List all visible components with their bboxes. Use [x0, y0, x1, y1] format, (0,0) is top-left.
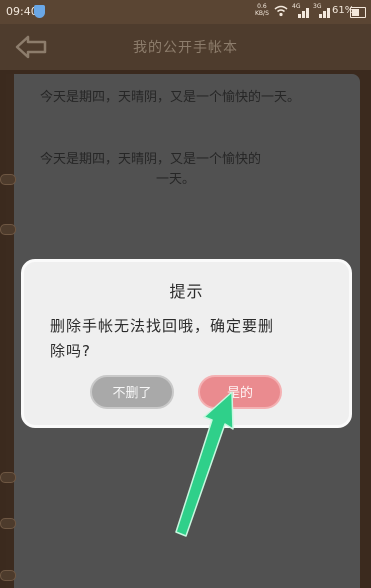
- signal-sim1-icon: 4G: [292, 3, 310, 18]
- network-speed-unit: KB/S: [255, 10, 269, 17]
- dialog-title: 提示: [169, 282, 204, 301]
- signal-sim2-icon: 3G: [313, 3, 331, 18]
- dialog-message: 删除手帐无法找回哦，确定要删 除吗?: [50, 314, 330, 364]
- binder-ring: [0, 224, 16, 235]
- binder-ring: [0, 570, 16, 581]
- dialog-message-line: 删除手帐无法找回哦，确定要删: [50, 317, 275, 335]
- status-time: 09:40: [6, 5, 38, 18]
- status-bar: 09:40 0.6 KB/S 4G 3G 61%: [0, 0, 371, 24]
- journal-entry-line: 一天。: [156, 172, 196, 187]
- page-title: 我的公开手帐本: [133, 40, 238, 56]
- binder-ring: [0, 518, 16, 529]
- notebook-spine: [6, 74, 14, 588]
- dialog-message-line: 除吗?: [50, 342, 91, 360]
- cancel-button[interactable]: 不删了: [90, 375, 174, 409]
- delete-confirm-dialog: 提示 删除手帐无法找回哦，确定要删 除吗? 不删了 是的: [21, 259, 352, 428]
- journal-entry[interactable]: 今天是期四，天晴阴，又是一个愉快的 一天。: [40, 150, 352, 190]
- sim1-tag: 4G: [292, 3, 301, 10]
- confirm-button[interactable]: 是的: [198, 375, 282, 409]
- battery-icon: [350, 7, 366, 18]
- binder-ring: [0, 472, 16, 483]
- network-speed-value: 0.6: [257, 3, 267, 10]
- journal-entry-line: 今天是期四，天晴阴，又是一个愉快的: [40, 152, 262, 167]
- sim2-tag: 3G: [313, 3, 322, 10]
- title-bar: 我的公开手帐本: [0, 24, 371, 70]
- network-speed: 0.6 KB/S: [255, 3, 269, 17]
- binder-ring: [0, 174, 16, 185]
- wifi-icon: [274, 5, 288, 17]
- journal-entry[interactable]: 今天是期四，天晴阴，又是一个愉快的一天。: [40, 88, 352, 108]
- shield-icon: [34, 5, 45, 18]
